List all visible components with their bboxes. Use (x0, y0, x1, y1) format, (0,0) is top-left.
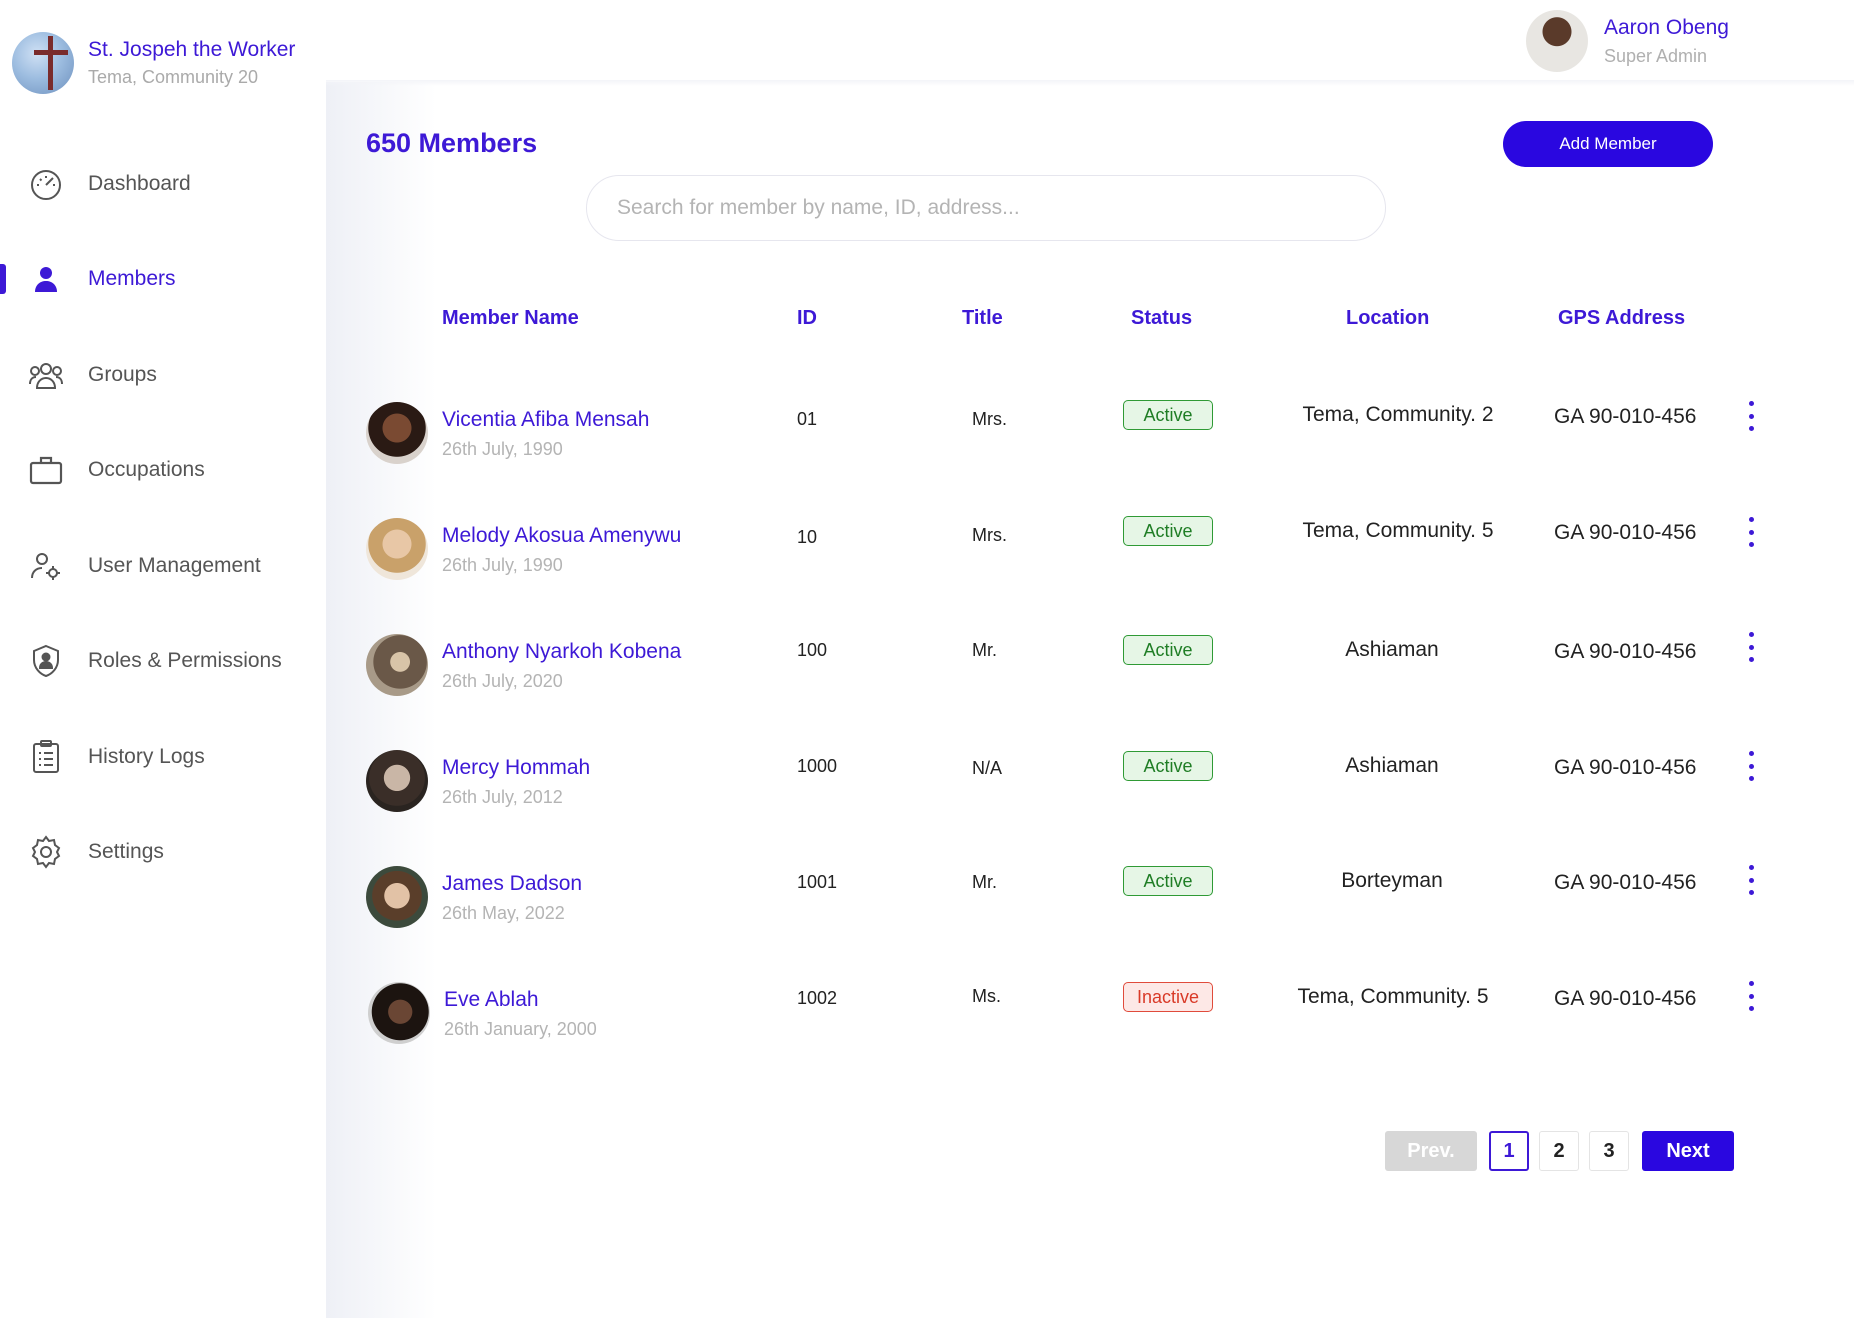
member-avatar (366, 518, 428, 580)
more-options-icon[interactable] (1741, 981, 1761, 1011)
group-icon (28, 357, 64, 393)
member-title: Mrs. (972, 525, 1007, 545)
member-birthdate: 26th July, 2012 (442, 787, 563, 807)
member-title: Ms. (972, 986, 1001, 1006)
status-badge: Inactive (1123, 982, 1213, 1012)
more-options-icon[interactable] (1741, 517, 1761, 547)
table-row[interactable]: Melody Akosua Amenywu 26th July, 1990 10… (0, 512, 1854, 602)
member-id: 1000 (797, 756, 838, 776)
member-location: Ashiaman (1345, 754, 1439, 777)
user-name: Aaron Obeng (1604, 15, 1729, 39)
member-gps-address: GA 90-010-456 (1554, 521, 1697, 544)
member-name[interactable]: Anthony Nyarkoh Kobena (442, 640, 681, 664)
member-id: 10 (797, 527, 818, 547)
column-header-location: Location (1346, 307, 1430, 329)
member-id: 01 (797, 409, 818, 429)
user-role: Super Admin (1604, 45, 1708, 66)
column-header-id: ID (797, 307, 817, 329)
member-location: Tema, Community. 2 (1302, 403, 1494, 426)
member-avatar (366, 750, 428, 812)
table-row[interactable]: Vicentia Afiba Mensah 26th July, 1990 01… (0, 396, 1854, 486)
column-header-member-name: Member Name (442, 307, 579, 329)
status-badge: Active (1123, 866, 1213, 896)
member-avatar (366, 402, 428, 464)
sidebar-item-label: Groups (88, 363, 157, 386)
member-id: 1002 (797, 988, 838, 1008)
sidebar-item-label: Members (88, 267, 176, 290)
member-title: Mrs. (972, 409, 1007, 429)
member-name[interactable]: James Dadson (442, 872, 582, 896)
member-id: 1001 (797, 872, 838, 892)
member-birthdate: 26th July, 1990 (442, 555, 563, 575)
user-profile[interactable]: Aaron Obeng Super Admin (1526, 10, 1729, 72)
table-row[interactable]: James Dadson 26th May, 2022 1001 Mr. Act… (0, 860, 1854, 950)
member-gps-address: GA 90-010-456 (1554, 640, 1697, 663)
member-name[interactable]: Vicentia Afiba Mensah (442, 408, 649, 432)
user-avatar (1526, 10, 1588, 72)
org-brand: St. Jospeh the Worker Tema, Community 20 (12, 32, 295, 94)
sidebar-item-groups[interactable]: Groups (0, 349, 326, 401)
org-location: Tema, Community 20 (88, 67, 259, 87)
status-badge: Active (1123, 635, 1213, 665)
column-header-gps-address: GPS Address (1558, 307, 1686, 329)
more-options-icon[interactable] (1741, 401, 1761, 431)
member-name[interactable]: Mercy Hommah (442, 756, 590, 780)
member-location: Tema, Community. 5 (1302, 519, 1494, 542)
member-location: Tema, Community. 5 (1297, 985, 1489, 1008)
page-button-2[interactable]: 2 (1539, 1131, 1579, 1171)
more-options-icon[interactable] (1741, 751, 1761, 781)
member-avatar (368, 982, 430, 1044)
table-row[interactable]: Eve Ablah 26th January, 2000 1002 Ms. In… (0, 976, 1854, 1066)
member-gps-address: GA 90-010-456 (1554, 987, 1697, 1010)
column-header-title: Title (962, 307, 1003, 329)
page-button-3[interactable]: 3 (1589, 1131, 1629, 1171)
member-avatar (366, 866, 428, 928)
member-gps-address: GA 90-010-456 (1554, 871, 1697, 894)
org-logo (12, 32, 74, 94)
table-row[interactable]: Mercy Hommah 26th July, 2012 1000 N/A Ac… (0, 744, 1854, 834)
member-title: Mr. (972, 640, 997, 660)
status-badge: Active (1123, 400, 1213, 430)
speedometer-icon (28, 166, 64, 202)
more-options-icon[interactable] (1741, 865, 1761, 895)
add-member-button[interactable]: Add Member (1503, 121, 1713, 167)
member-birthdate: 26th July, 2020 (442, 671, 563, 691)
status-badge: Active (1123, 516, 1213, 546)
member-avatar (366, 634, 428, 696)
member-birthdate: 26th May, 2022 (442, 903, 565, 923)
member-title: Mr. (972, 872, 997, 892)
sidebar-item-members[interactable]: Members (0, 253, 326, 305)
member-location: Borteyman (1341, 869, 1443, 892)
more-options-icon[interactable] (1741, 632, 1761, 662)
table-row[interactable]: Anthony Nyarkoh Kobena 26th July, 2020 1… (0, 628, 1854, 718)
column-header-status: Status (1131, 307, 1193, 329)
member-birthdate: 26th January, 2000 (444, 1019, 597, 1039)
member-name[interactable]: Eve Ablah (444, 988, 539, 1012)
page-title: 650 Members (366, 128, 538, 158)
person-icon (28, 261, 64, 297)
member-title: N/A (972, 758, 1003, 778)
member-name[interactable]: Melody Akosua Amenywu (442, 524, 681, 548)
org-name: St. Jospeh the Worker (88, 38, 296, 61)
member-location: Ashiaman (1345, 638, 1439, 661)
member-gps-address: GA 90-010-456 (1554, 405, 1697, 428)
sidebar-item-label: Dashboard (88, 172, 191, 195)
member-birthdate: 26th July, 1990 (442, 439, 563, 459)
status-badge: Active (1123, 751, 1213, 781)
prev-page-button[interactable]: Prev. (1385, 1131, 1477, 1171)
member-gps-address: GA 90-010-456 (1554, 756, 1697, 779)
sidebar-item-dashboard[interactable]: Dashboard (0, 158, 326, 210)
page-button-1[interactable]: 1 (1489, 1131, 1529, 1171)
next-page-button[interactable]: Next (1642, 1131, 1734, 1171)
search-input[interactable] (586, 175, 1386, 241)
member-id: 100 (797, 640, 828, 660)
